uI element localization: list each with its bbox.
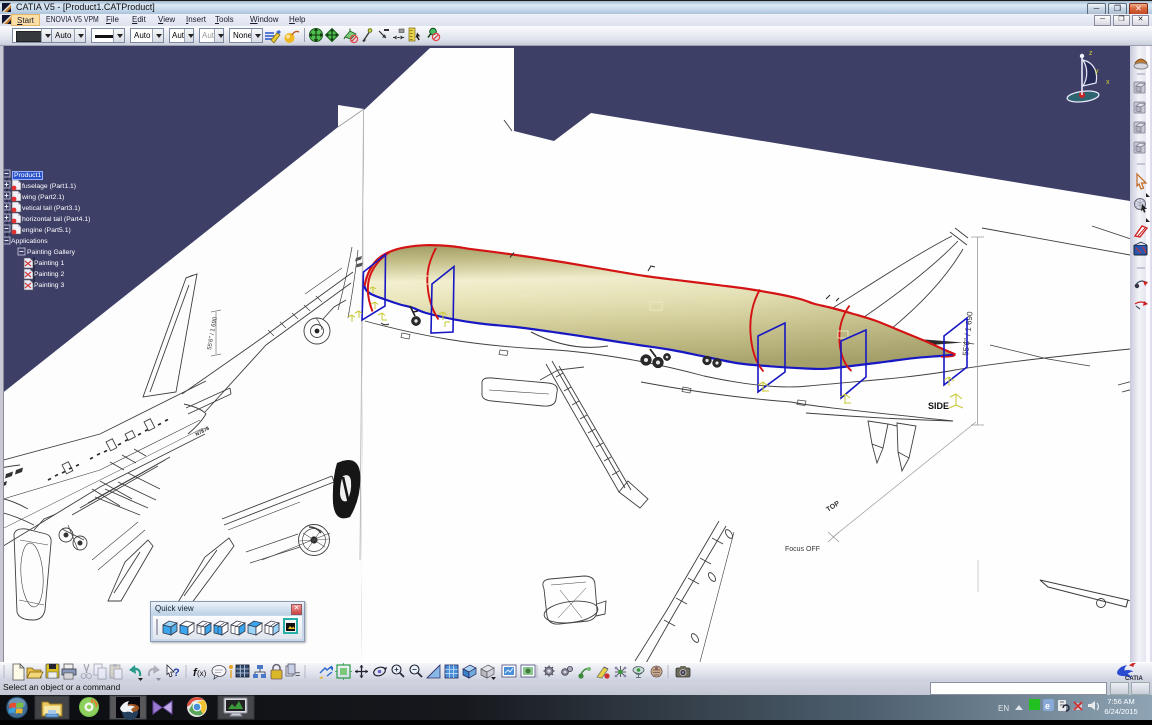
svg-text:z: z: [1089, 50, 1093, 57]
svg-text:?: ?: [173, 667, 180, 679]
svg-text:e: e: [1045, 701, 1050, 711]
svg-text:EN: EN: [998, 704, 1009, 713]
svg-text:Focus OFF: Focus OFF: [785, 546, 820, 553]
svg-text:x: x: [1106, 79, 1110, 86]
svg-text:SIDE: SIDE: [928, 401, 949, 411]
svg-text:=: =: [295, 669, 300, 679]
svg-text:(x): (x): [197, 669, 207, 678]
svg-text:y: y: [1095, 68, 1099, 75]
